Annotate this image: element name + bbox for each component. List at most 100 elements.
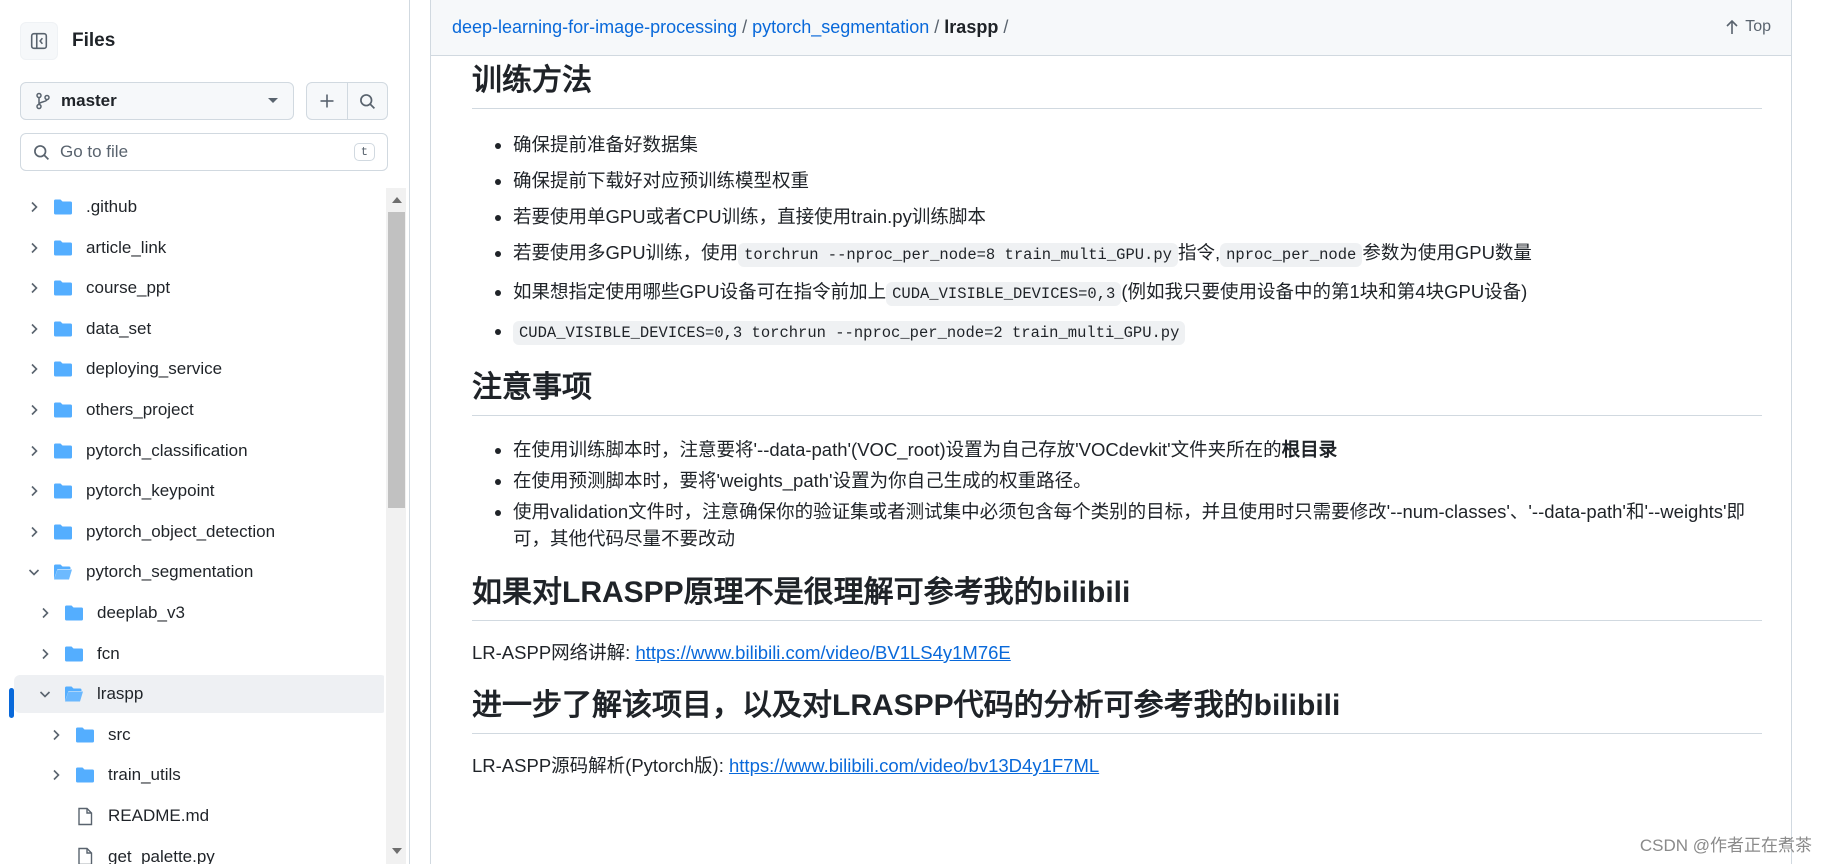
file-icon xyxy=(74,847,96,864)
folder-open-icon xyxy=(63,685,85,703)
chevron-right-icon[interactable] xyxy=(26,485,42,497)
folder-icon xyxy=(52,279,74,297)
tree-item-label: course_ppt xyxy=(86,278,171,298)
tree-item-pytorch-classification[interactable]: pytorch_classification xyxy=(14,432,376,470)
tree-item-get-palette-py[interactable]: get_palette.py xyxy=(14,838,384,864)
chevron-right-icon[interactable] xyxy=(48,769,64,781)
back-to-top-button[interactable]: Top xyxy=(1725,18,1771,36)
tree-item-course-ppt[interactable]: course_ppt xyxy=(14,269,376,307)
text: 指令, xyxy=(1177,242,1221,263)
tree-item-label: train_utils xyxy=(108,765,181,785)
plus-icon xyxy=(320,94,334,108)
tree-item-others-project[interactable]: others_project xyxy=(14,391,376,429)
tree-item-label: others_project xyxy=(86,400,194,419)
training-list: 确保提前准备好数据集 确保提前下载好对应预训练模型权重 若要使用单GPU或者CP… xyxy=(472,131,1762,347)
chevron-down-icon[interactable] xyxy=(37,689,53,699)
bold-text: 根目录 xyxy=(1281,439,1338,460)
chevron-right-icon[interactable] xyxy=(37,607,53,619)
collapse-sidebar-button[interactable] xyxy=(20,22,58,60)
folder-icon xyxy=(63,645,85,663)
breadcrumb-folder-link[interactable]: pytorch_segmentation xyxy=(752,17,929,37)
add-file-button[interactable] xyxy=(307,83,347,119)
file-viewer: deep-learning-for-image-processing / pytor… xyxy=(430,0,1792,864)
chevron-right-icon[interactable] xyxy=(26,201,42,213)
search-icon xyxy=(34,144,50,160)
tree-item-label: pytorch_classification xyxy=(86,440,248,460)
breadcrumb-repo-link[interactable]: deep-learning-for-image-processing xyxy=(452,17,737,37)
search-code-button[interactable] xyxy=(346,83,388,119)
scroll-down-arrow-icon[interactable] xyxy=(392,848,402,854)
file-sidebar: Files master Go to file t .github article… xyxy=(0,0,410,864)
folder-icon xyxy=(52,401,74,419)
tree-item-deploying-service[interactable]: deploying_service xyxy=(14,350,376,388)
watermark: CSDN @作者正在煮茶 xyxy=(1639,836,1812,855)
folder-icon xyxy=(52,442,74,460)
tree-item-label: data_set xyxy=(86,318,152,338)
chevron-right-icon[interactable] xyxy=(26,282,42,294)
sidebar-collapse-icon xyxy=(30,32,48,50)
chevron-right-icon[interactable] xyxy=(26,242,42,254)
tree-item-label: pytorch_object_detection xyxy=(86,521,276,541)
tree-item-label: article_link xyxy=(86,237,167,257)
readme-content: 训练方法 确保提前准备好数据集 确保提前下载好对应预训练模型权重 若要使用单GP… xyxy=(430,56,1792,864)
tree-item-train-utils[interactable]: train_utils xyxy=(14,756,384,794)
text: (例如我只要使用设备中的第1块和第4块GPU设备) xyxy=(1121,281,1528,302)
breadcrumb-separator: / xyxy=(742,17,748,37)
file-actions-group xyxy=(306,82,388,120)
tree-item-src[interactable]: src xyxy=(14,716,384,754)
tree-item-deeplab-v3[interactable]: deeplab_v3 xyxy=(14,594,384,632)
back-to-top-label: Top xyxy=(1745,18,1771,35)
folder-icon xyxy=(52,523,74,541)
folder-open-icon xyxy=(52,563,74,581)
scroll-up-arrow-icon[interactable] xyxy=(392,197,402,203)
chevron-right-icon[interactable] xyxy=(37,648,53,660)
bilibili-link[interactable]: https://www.bilibili.com/video/BV1LS4y1M… xyxy=(635,642,1010,663)
inline-code: torchrun --nproc_per_node=8 train_multi_… xyxy=(738,243,1178,267)
sticky-header: deep-learning-for-image-processing / pytor… xyxy=(430,0,1792,56)
paragraph: LR-ASPP源码解析(Pytorch版): https://www.bilib… xyxy=(472,752,1762,780)
folder-icon xyxy=(52,198,74,216)
chevron-down-icon[interactable] xyxy=(26,567,42,577)
tree-item-lraspp[interactable]: lraspp xyxy=(14,675,384,714)
markdown-body: 训练方法 确保提前准备好数据集 确保提前下载好对应预训练模型权重 若要使用单GP… xyxy=(472,56,1762,780)
notes-list: 在使用训练脚本时，注意要将'--data-path'(VOC_root)设置为自… xyxy=(472,436,1762,552)
tree-item-label: lraspp xyxy=(97,684,144,704)
chevron-right-icon[interactable] xyxy=(26,363,42,375)
selected-indicator xyxy=(9,688,14,718)
chevron-right-icon[interactable] xyxy=(26,323,42,335)
inline-code: CUDA_VISIBLE_DEVICES=0,3 torchrun --npro… xyxy=(513,321,1186,345)
tree-item-fcn[interactable]: fcn xyxy=(14,635,384,673)
search-icon xyxy=(359,93,375,109)
list-item: CUDA_VISIBLE_DEVICES=0,3 torchrun --npro… xyxy=(513,317,1762,347)
list-item: 在使用预测脚本时，要将'weights_path'设置为你自己生成的权重路径。 xyxy=(513,467,1762,494)
chevron-right-icon[interactable] xyxy=(48,729,64,741)
branch-name: master xyxy=(61,91,117,110)
chevron-right-icon[interactable] xyxy=(26,445,42,457)
tree-item-label: deploying_service xyxy=(86,359,223,379)
tree-item-pytorch-object-detection[interactable]: pytorch_object_detection xyxy=(14,513,376,551)
tree-item-label: get_palette.py xyxy=(108,846,215,864)
chevron-right-icon[interactable] xyxy=(26,526,42,538)
tree-item-pytorch-segmentation[interactable]: pytorch_segmentation xyxy=(14,553,376,591)
sidebar-scrollbar-thumb[interactable] xyxy=(388,212,405,508)
branch-selector[interactable]: master xyxy=(20,82,294,120)
tree-item-article-link[interactable]: article_link xyxy=(14,229,376,267)
file-tree: .github article_link course_ppt data_setdep… xyxy=(0,188,384,864)
text: 参数为使用GPU数量 xyxy=(1362,242,1532,263)
chevron-right-icon[interactable] xyxy=(26,404,42,416)
bilibili-link[interactable]: https://www.bilibili.com/video/bv13D4y1F… xyxy=(729,755,1099,776)
tree-item-readme-md[interactable]: README.md xyxy=(14,797,384,835)
tree-item-github[interactable]: .github xyxy=(14,188,376,226)
folder-icon xyxy=(74,726,96,744)
section-heading-training: 训练方法 xyxy=(472,62,1762,109)
git-branch-icon xyxy=(36,92,50,110)
caret-down-icon xyxy=(268,98,278,103)
tree-item-pytorch-keypoint[interactable]: pytorch_keypoint xyxy=(14,472,376,510)
inline-code: CUDA_VISIBLE_DEVICES=0,3 xyxy=(886,282,1122,306)
go-to-file-input[interactable]: Go to file t xyxy=(20,133,388,171)
paragraph: LR-ASPP网络讲解: https://www.bilibili.com/vi… xyxy=(472,639,1762,667)
text: 在使用训练脚本时，注意要将'--data-path'(VOC_root)设置为自… xyxy=(513,439,1282,460)
keyboard-shortcut-hint: t xyxy=(353,143,375,161)
list-item: 确保提前准备好数据集 xyxy=(513,131,1762,158)
tree-item-data-set[interactable]: data_set xyxy=(14,310,376,348)
